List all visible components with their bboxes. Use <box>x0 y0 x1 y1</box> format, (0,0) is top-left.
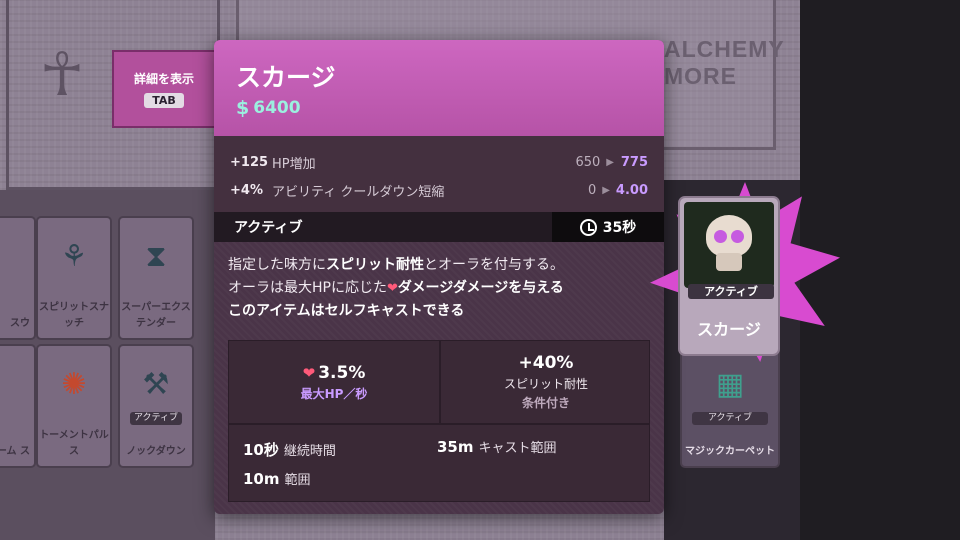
background-panel-text: ALCHEMY MORE <box>664 36 785 89</box>
cooldown-badge: 35秒 <box>552 212 664 242</box>
item-card-scourge[interactable]: アクティブ スカージ <box>678 196 780 356</box>
stat-row-hp: +125 HP増加 650 ▶ 775 <box>230 154 648 172</box>
anvil-icon: ⚒ <box>142 366 170 402</box>
item-card-torment-pulse[interactable]: ✺ トーメントパルス <box>36 344 112 468</box>
prop-max-hp-per-sec: ❤ 3.5% 最大HP／秒 <box>229 341 441 423</box>
active-label: アクティブ <box>234 220 303 236</box>
props-divider <box>229 423 649 425</box>
prop-spirit-resist: +40% スピリット耐性 条件付き <box>503 353 588 410</box>
arrow-right-icon: ▶ <box>606 156 614 168</box>
item-card-partial[interactable]: ーム ス <box>0 344 36 468</box>
prop-cast-range: 35m キャスト範囲 <box>437 438 557 456</box>
details-hint[interactable]: 詳細を表示 TAB <box>112 50 216 128</box>
carpet-icon: ▦ <box>715 366 745 402</box>
torment-pulse-icon: ✺ <box>61 366 87 402</box>
active-section-bar: アクティブ 35秒 <box>214 212 664 242</box>
spirit-snatch-icon: ⚘ <box>60 238 88 274</box>
arrow-right-icon: ▶ <box>602 184 610 196</box>
item-card-name: スカージ <box>697 320 761 339</box>
tooltip-header: スカージ $ 6400 <box>214 40 664 136</box>
item-properties: ❤ 3.5% 最大HP／秒 +40% スピリット耐性 条件付き 10秒 継続時間 … <box>228 340 650 502</box>
details-hint-label: 詳細を表示 <box>133 72 194 86</box>
item-card-spirit-snatch[interactable]: ⚘ スピリットスナッチ <box>36 216 112 340</box>
soul-icon: $ <box>236 97 250 119</box>
stat-row-cooldown: +4% アビリティ クールダウン短縮 0 ▶ 4.00 <box>230 182 648 200</box>
item-description: 指定した味方にスピリット耐性とオーラを付与する。 オーラは最大HPに応じた❤ダメ… <box>228 257 564 319</box>
item-card-magic-carpet[interactable]: ▦ アクティブ マジックカーペット <box>680 344 780 468</box>
ankh-icon: ☥ <box>39 40 85 110</box>
heart-icon: ❤ <box>302 363 316 382</box>
stat-upgrades: +125 HP増加 650 ▶ 775 +4% アビリティ クールダウン短縮 0… <box>214 136 664 212</box>
item-cost-value: 6400 <box>253 98 301 118</box>
hourglass-icon: ⧗ <box>145 238 167 274</box>
prop-duration: 10秒 継続時間 <box>243 441 336 459</box>
prop-radius: 10m 範囲 <box>243 470 311 488</box>
skull-icon <box>702 215 756 275</box>
tab-key-badge: TAB <box>144 93 184 108</box>
background-dark-edge <box>800 0 960 540</box>
item-card-partial[interactable]: スウ <box>0 216 36 340</box>
item-card-knockdown[interactable]: ⚒ アクティブ ノックダウン <box>118 344 194 468</box>
cooldown-value: 35秒 <box>602 220 637 236</box>
clock-icon <box>579 218 597 236</box>
item-title: スカージ <box>236 63 336 92</box>
item-art <box>684 202 774 288</box>
item-cost: $ 6400 <box>236 97 301 119</box>
heart-icon: ❤ <box>386 281 398 296</box>
item-tooltip: スカージ $ 6400 +125 HP増加 650 ▶ 775 +4% アビリテ… <box>214 40 664 514</box>
item-card-tag: アクティブ <box>688 284 774 299</box>
item-card-super-extender[interactable]: ⧗ スーパーエクステンダー <box>118 216 194 340</box>
